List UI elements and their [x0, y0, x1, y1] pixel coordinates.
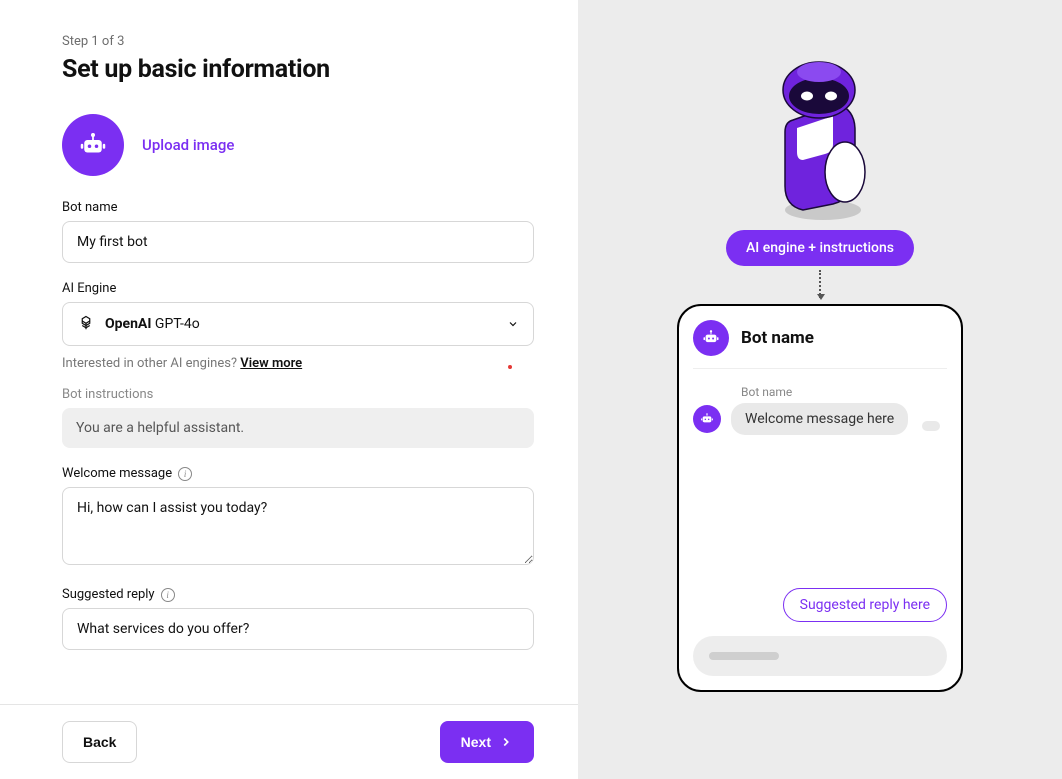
robot-icon [699, 411, 715, 427]
info-icon[interactable]: i [178, 467, 192, 481]
suggested-label: Suggested reply [62, 587, 155, 602]
page-title: Set up basic information [62, 55, 534, 84]
openai-icon [77, 315, 95, 333]
info-icon[interactable]: i [161, 588, 175, 602]
ai-engine-model: GPT-4o [155, 316, 200, 332]
next-button[interactable]: Next [440, 721, 534, 763]
ai-engine-label: AI Engine [62, 281, 534, 296]
preview-mini-avatar [693, 405, 721, 433]
suggested-label-row: Suggested reply i [62, 587, 534, 602]
input-placeholder-bar [709, 652, 779, 660]
preview-sender-label: Bot name [741, 385, 947, 399]
bot-avatar[interactable] [62, 114, 124, 176]
welcome-label: Welcome message [62, 466, 172, 481]
bot-name-input[interactable] [62, 221, 534, 263]
back-button[interactable]: Back [62, 721, 137, 763]
robot-icon [78, 130, 108, 160]
robot-icon [701, 328, 721, 348]
ai-engine-brand: OpenAI [105, 316, 151, 332]
welcome-textarea[interactable]: Hi, how can I assist you today? [62, 487, 534, 565]
instructions-readonly: You are a helpful assistant. [62, 408, 534, 448]
welcome-label-row: Welcome message i [62, 466, 534, 481]
preview-input-bar [693, 636, 947, 676]
ai-engine-pill: AI engine + instructions [726, 230, 914, 266]
engine-hint: Interested in other AI engines? View mor… [62, 356, 534, 371]
step-indicator: Step 1 of 3 [62, 34, 534, 49]
chevron-right-icon [499, 735, 513, 749]
suggested-input[interactable] [62, 608, 534, 650]
instructions-label: Bot instructions [62, 387, 534, 402]
bubble-tail [922, 421, 940, 431]
preview-welcome-bubble: Welcome message here [731, 403, 908, 435]
notification-dot [508, 365, 512, 369]
bot-name-label: Bot name [62, 200, 534, 215]
preview-avatar [693, 320, 729, 356]
preview-card: Bot name Bot name Welcome message here S… [677, 304, 963, 692]
arrow-down-icon [819, 270, 821, 298]
chevron-down-icon [507, 318, 519, 330]
preview-suggested-pill: Suggested reply here [783, 588, 947, 622]
upload-image-link[interactable]: Upload image [142, 136, 234, 154]
next-button-label: Next [461, 734, 491, 750]
ai-engine-select[interactable]: OpenAI GPT-4o [62, 302, 534, 346]
preview-title: Bot name [741, 328, 814, 348]
view-more-link[interactable]: View more [240, 356, 302, 371]
robot-illustration [755, 50, 885, 220]
